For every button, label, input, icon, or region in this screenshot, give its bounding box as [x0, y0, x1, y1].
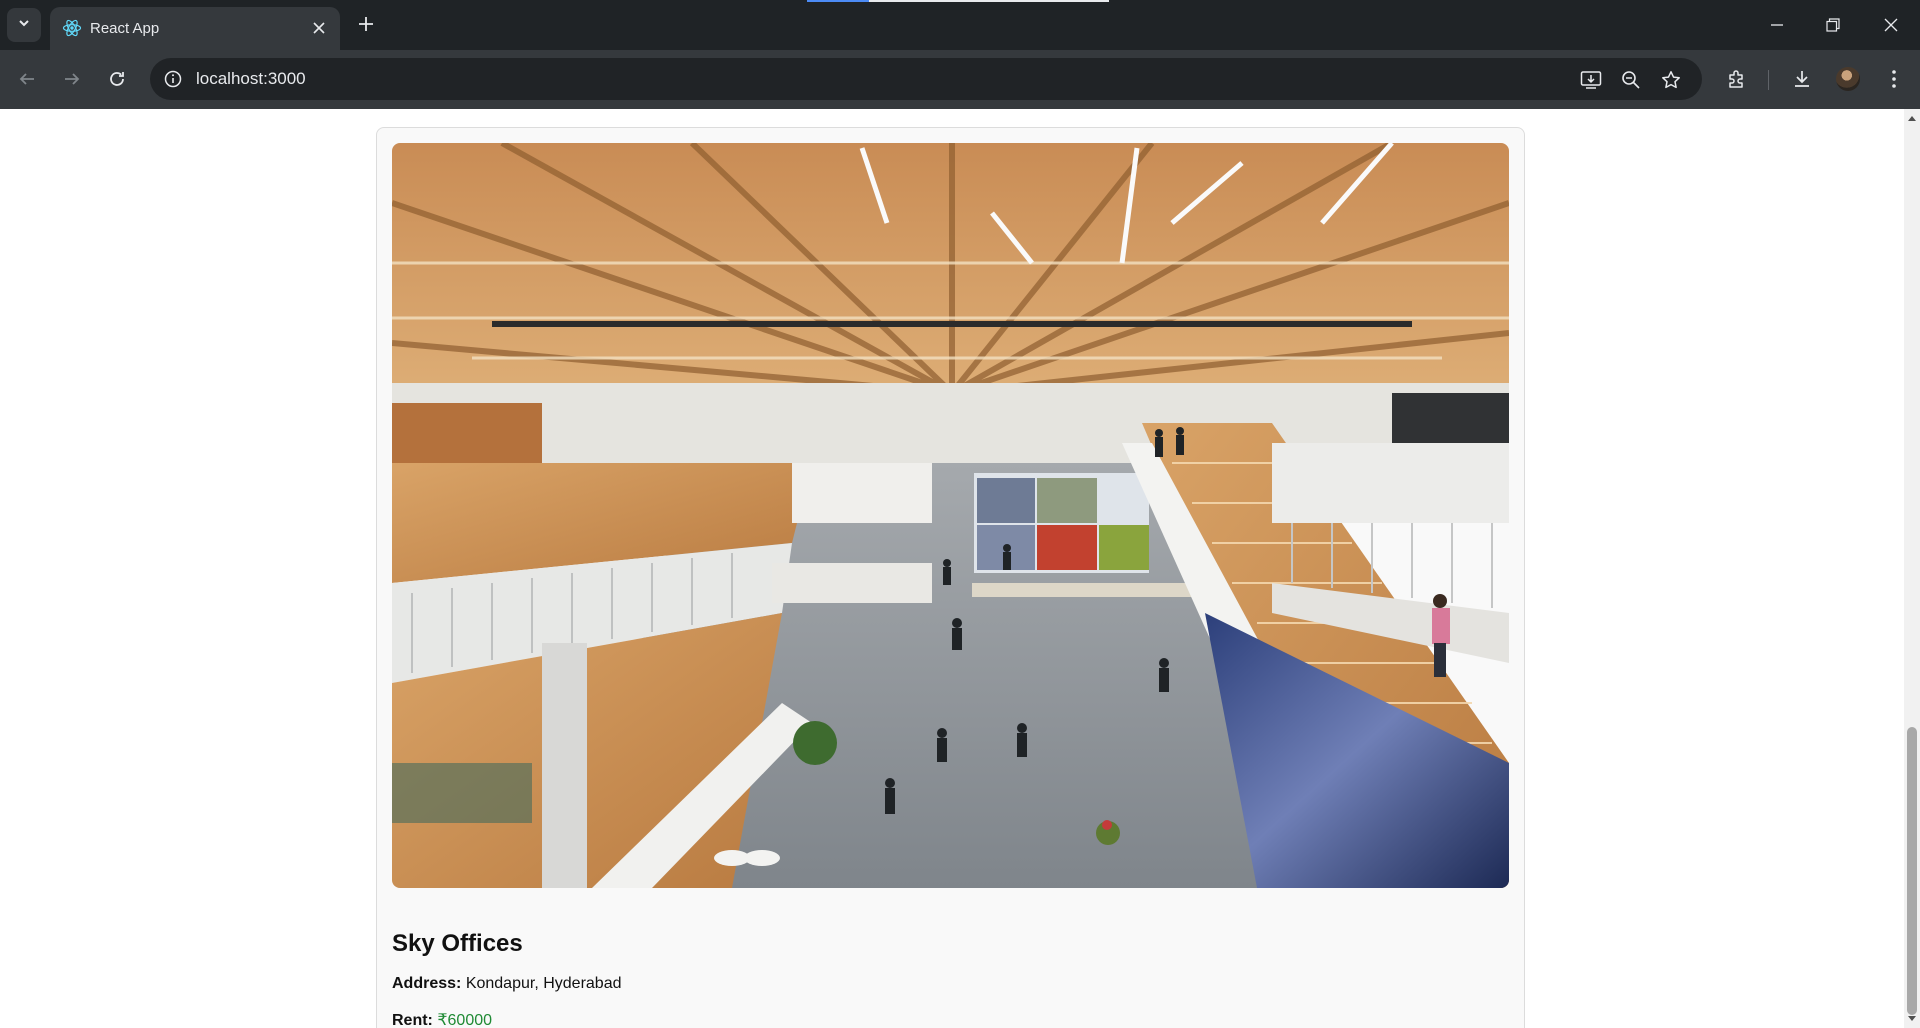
close-tab-button[interactable]: [308, 17, 330, 39]
tab-react-app[interactable]: React App: [50, 7, 340, 50]
office-listing-card: Sky Offices Address: Kondapur, Hyderabad…: [376, 127, 1525, 1028]
avatar[interactable]: [1836, 67, 1860, 91]
browser-titlebar: React App: [0, 0, 1920, 50]
kebab-menu-icon: [1892, 70, 1896, 88]
react-logo-icon: [62, 18, 82, 38]
info-icon: [164, 70, 182, 88]
site-info-button[interactable]: [162, 68, 184, 90]
zoom-button[interactable]: [1618, 67, 1644, 93]
close-window-button[interactable]: [1876, 10, 1906, 40]
scroll-down-button[interactable]: [1904, 1012, 1920, 1026]
address-bar[interactable]: localhost:3000: [150, 58, 1702, 100]
plus-icon: [359, 17, 373, 31]
reload-icon: [110, 72, 124, 86]
browser-menu-button[interactable]: [1879, 64, 1909, 94]
close-icon: [313, 22, 325, 34]
rent-label: Rent:: [392, 1012, 433, 1028]
scroll-thumb[interactable]: [1907, 727, 1917, 1015]
page-scrollbar[interactable]: [1904, 109, 1920, 1028]
chevron-down-icon: [17, 16, 31, 35]
tab-title: React App: [90, 20, 160, 37]
toolbar-divider: [1768, 70, 1769, 90]
loading-indicator-track: [869, 0, 1109, 2]
close-icon: [1884, 18, 1898, 32]
reload-button[interactable]: [102, 64, 132, 94]
scroll-down-arrow-icon: [1908, 1016, 1916, 1021]
scroll-up-button[interactable]: [1904, 111, 1920, 125]
install-app-icon: [1580, 71, 1602, 89]
listing-rent: Rent: ₹60000: [392, 1010, 492, 1028]
restore-button[interactable]: [1818, 10, 1848, 40]
new-tab-button[interactable]: [352, 10, 380, 38]
listing-address: Address: Kondapur, Hyderabad: [392, 975, 621, 993]
bookmark-button[interactable]: [1658, 67, 1684, 93]
forward-arrow-icon: [65, 73, 80, 85]
restore-icon: [1826, 18, 1840, 32]
download-icon: [1795, 71, 1809, 87]
page-viewport: Sky Offices Address: Kondapur, Hyderabad…: [0, 109, 1904, 1028]
tab-search-button[interactable]: [7, 8, 41, 42]
minimize-icon: [1771, 24, 1783, 26]
zoom-out-icon: [1622, 71, 1640, 89]
url-text[interactable]: localhost:3000: [196, 69, 306, 89]
office-interior-photo: [392, 143, 1509, 888]
browser-toolbar: localhost:3000: [0, 50, 1920, 109]
listing-name: Sky Offices: [392, 930, 523, 957]
rent-value: ₹60000: [437, 1012, 493, 1028]
loading-indicator: [807, 0, 869, 2]
back-arrow-icon: [19, 73, 34, 85]
scroll-up-arrow-icon: [1908, 116, 1916, 121]
puzzle-icon: [1729, 70, 1743, 88]
forward-button[interactable]: [57, 64, 87, 94]
star-icon: [1662, 71, 1680, 89]
address-value: Kondapur, Hyderabad: [465, 975, 622, 992]
address-label: Address:: [392, 975, 462, 992]
minimize-button[interactable]: [1762, 10, 1792, 40]
extensions-button[interactable]: [1722, 64, 1752, 94]
install-app-button[interactable]: [1578, 67, 1604, 93]
downloads-button[interactable]: [1787, 64, 1817, 94]
back-button[interactable]: [12, 64, 42, 94]
